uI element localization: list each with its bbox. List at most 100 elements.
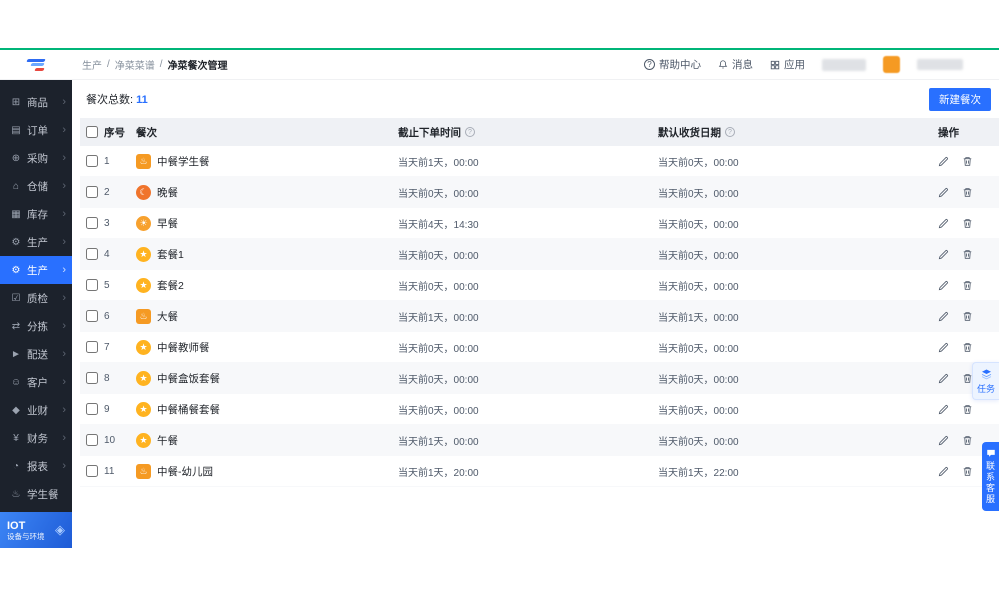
pencil-icon	[938, 466, 949, 476]
info-icon[interactable]: ?	[465, 127, 475, 137]
edit-button[interactable]	[938, 311, 949, 322]
task-float-button[interactable]: 任务	[972, 362, 999, 400]
col-header-receive-date: 默认收货日期 ?	[658, 125, 938, 140]
edit-button[interactable]	[938, 466, 949, 477]
row-checkbox[interactable]	[86, 403, 98, 415]
edit-button[interactable]	[938, 342, 949, 353]
contact-service-button[interactable]: 联系客服	[982, 442, 999, 511]
apps-button[interactable]: 应用	[770, 57, 805, 72]
meal-icon: ☀	[136, 215, 151, 231]
sidebar-item[interactable]: ◔ 报表 ›	[0, 452, 72, 480]
row-checkbox[interactable]	[86, 186, 98, 198]
trash-icon	[963, 218, 972, 228]
delete-button[interactable]	[962, 187, 973, 198]
meal-name: 大餐	[157, 310, 178, 323]
row-number: 5	[104, 279, 110, 291]
sidebar-item[interactable]: ► 配送 ›	[0, 340, 72, 368]
receive-date: 当天前0天，00:00	[658, 281, 739, 293]
row-checkbox[interactable]	[86, 434, 98, 446]
sidebar-item-label: 学生餐	[27, 488, 59, 501]
sidebar-item[interactable]: ☺ 客户 ›	[0, 368, 72, 396]
sidebar-item[interactable]: ☑ 质检 ›	[0, 284, 72, 312]
table-header: 序号 餐次 截止下单时间 ? 默认收货日期 ? 操作	[80, 118, 999, 146]
table-row: 6 ♨ 大餐 当天前1天，00:00 当天前1天，00:00	[80, 301, 999, 332]
edit-button[interactable]	[938, 249, 949, 260]
edit-button[interactable]	[938, 280, 949, 291]
receive-date: 当天前0天，00:00	[658, 405, 739, 417]
order-deadline: 当天前1天，00:00	[398, 312, 479, 324]
help-center-button[interactable]: ? 帮助中心	[644, 57, 701, 72]
select-all-checkbox[interactable]	[86, 126, 98, 138]
sidebar-item[interactable]: ▦ 库存 ›	[0, 200, 72, 228]
edit-button[interactable]	[938, 373, 949, 384]
sidebar-item[interactable]: ⚙ 生产 ›	[0, 256, 72, 284]
breadcrumb-item[interactable]: 生产	[82, 57, 102, 72]
chevron-right-icon: ›	[62, 180, 66, 192]
delete-button[interactable]	[962, 218, 973, 229]
sidebar-item-label: 分拣	[27, 320, 48, 333]
edit-button[interactable]	[938, 435, 949, 446]
sidebar-item[interactable]: ♨ 学生餐	[0, 480, 72, 508]
edit-button[interactable]	[938, 156, 949, 167]
meal-icon: ★	[136, 432, 151, 448]
breadcrumb-item[interactable]: 净菜菜谱	[115, 57, 155, 72]
help-icon: ?	[644, 59, 655, 70]
delete-button[interactable]	[962, 435, 973, 446]
table-row: 8 ★ 中餐盒饭套餐 当天前0天，00:00 当天前0天，00:00	[80, 363, 999, 394]
sidebar-item[interactable]: ¥ 财务 ›	[0, 424, 72, 452]
create-meal-button[interactable]: 新建餐次	[929, 87, 991, 111]
table-row: 1 ♨ 中餐学生餐 当天前1天，00:00 当天前0天，00:00	[80, 146, 999, 177]
app-logo[interactable]	[0, 57, 72, 72]
receive-date: 当天前0天，00:00	[658, 250, 739, 262]
sidebar-item[interactable]: ⊞ 商品 ›	[0, 88, 72, 116]
messages-button[interactable]: 消息	[718, 57, 753, 72]
delete-button[interactable]	[962, 156, 973, 167]
edit-button[interactable]	[938, 404, 949, 415]
info-icon[interactable]: ?	[725, 127, 735, 137]
sidebar-item[interactable]: ▤ 订单 ›	[0, 116, 72, 144]
sidebar-item-icon: ▦	[11, 208, 21, 220]
edit-button[interactable]	[938, 218, 949, 229]
chevron-right-icon: ›	[62, 376, 66, 388]
col-header-no: 序号	[104, 126, 125, 139]
row-checkbox[interactable]	[86, 155, 98, 167]
iot-title: IOT	[7, 519, 26, 532]
sidebar-item[interactable]: ⊕ 采购 ›	[0, 144, 72, 172]
delete-button[interactable]	[962, 311, 973, 322]
sidebar-item[interactable]: ◆ 业财 ›	[0, 396, 72, 424]
pencil-icon	[938, 156, 949, 166]
delete-button[interactable]	[962, 466, 973, 477]
user-avatar[interactable]	[883, 56, 900, 73]
row-checkbox[interactable]	[86, 248, 98, 260]
meal-name: 中餐教师餐	[157, 341, 210, 354]
sidebar-item[interactable]: ⇄ 分拣 ›	[0, 312, 72, 340]
main-content: 餐次总数: 11 新建餐次 序号 餐次 截止下单时间 ? 默认收货日期 ? 操作…	[72, 80, 999, 548]
row-checkbox[interactable]	[86, 341, 98, 353]
row-checkbox[interactable]	[86, 372, 98, 384]
row-checkbox[interactable]	[86, 310, 98, 322]
task-layers-icon	[981, 369, 991, 380]
sidebar-iot-entry[interactable]: IOT 设备与环境 ◈	[0, 512, 72, 548]
sidebar-item[interactable]: ⌂ 仓储 ›	[0, 172, 72, 200]
order-deadline: 当天前0天，00:00	[398, 374, 479, 386]
sidebar: ⊞ 商品 › ▤ 订单 › ⊕ 采购 › ⌂ 仓储 › ▦ 库存 › ⚙ 生产 …	[0, 80, 72, 548]
row-checkbox[interactable]	[86, 465, 98, 477]
delete-button[interactable]	[962, 342, 973, 353]
meal-name: 午餐	[157, 434, 178, 447]
row-number: 4	[104, 248, 110, 260]
delete-button[interactable]	[962, 404, 973, 415]
row-checkbox[interactable]	[86, 279, 98, 291]
delete-button[interactable]	[962, 280, 973, 291]
sidebar-item-label: 仓储	[27, 180, 48, 193]
delete-button[interactable]	[962, 249, 973, 260]
row-checkbox[interactable]	[86, 217, 98, 229]
screenshot-canvas: 生产 / 净菜菜谱 / 净菜餐次管理 ? 帮助中心 消息 应用 ⊞ 商品 › ▤…	[0, 0, 999, 598]
order-deadline: 当天前0天，00:00	[398, 405, 479, 417]
pencil-icon	[938, 311, 949, 321]
sidebar-item[interactable]: ⚙ 生产 ›	[0, 228, 72, 256]
edit-button[interactable]	[938, 187, 949, 198]
col-header-meal: 餐次	[136, 126, 157, 139]
table-row: 9 ★ 中餐桶餐套餐 当天前0天，00:00 当天前0天，00:00	[80, 394, 999, 425]
sidebar-item-label: 客户	[27, 376, 48, 389]
pencil-icon	[938, 435, 949, 445]
